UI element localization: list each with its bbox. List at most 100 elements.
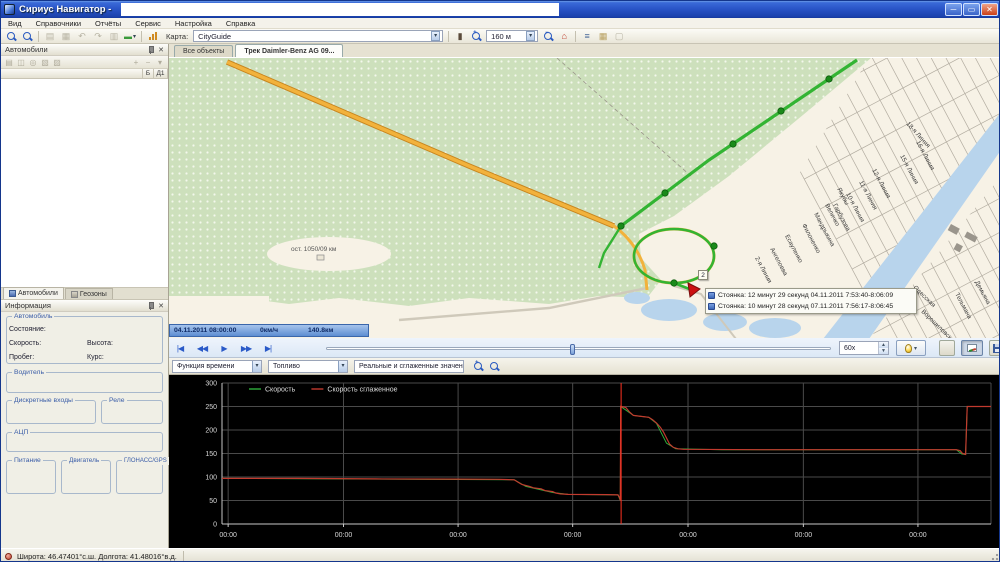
scale-select[interactable]: 160 м ▾ <box>486 30 538 42</box>
chart-glyph-icon <box>967 344 977 352</box>
discrete-inputs-group: Дискретные входы <box>6 400 96 424</box>
speed-label: Скорость: <box>9 340 41 347</box>
svg-text:150: 150 <box>205 451 217 458</box>
zoom-window-icon[interactable] <box>4 30 18 43</box>
coordinates-text: Широта: 46.47401°с.ш. Долгота: 41.48016°… <box>17 552 177 561</box>
sensor-select[interactable]: Топливо ▾ <box>268 360 348 373</box>
edit-icon[interactable]: ▤ <box>43 30 57 43</box>
tab-vehicles[interactable]: Автомобили <box>3 287 64 299</box>
tab-all-objects[interactable]: Все объекты <box>174 45 233 57</box>
function-select[interactable]: Функция времени ▾ <box>172 360 262 373</box>
skip-start-button[interactable]: |◀ <box>171 341 189 355</box>
chart-zoom-out-icon[interactable] <box>487 360 501 373</box>
menu-service[interactable]: Сервис <box>128 18 168 29</box>
zoom-in-icon[interactable]: + <box>469 30 483 43</box>
legend-icon[interactable]: ≡ <box>580 30 594 43</box>
map-view[interactable]: ост. 1050/09 км 18-я Линия16-я Линия15-я… <box>169 58 1000 338</box>
columns-dropdown[interactable]: ▾ <box>154 58 166 67</box>
window-title: Сириус Навигатор - <box>19 4 111 15</box>
svg-text:00:00: 00:00 <box>335 532 353 539</box>
menu-help[interactable]: Справка <box>219 18 262 29</box>
chart-zoom-in-icon[interactable]: + <box>471 360 485 373</box>
map-select[interactable]: CityGuide ▾ <box>193 30 443 42</box>
svg-text:250: 250 <box>205 404 217 411</box>
pin-icon[interactable] <box>147 302 154 310</box>
tab-geozones[interactable]: Геозоны <box>65 288 113 299</box>
stops-tooltip: Стоянка: 12 минут 29 секунд 04.11.2011 7… <box>705 288 917 314</box>
resize-grip[interactable] <box>989 551 999 561</box>
highlight-button[interactable]: ▾ <box>896 340 926 356</box>
svg-text:00:00: 00:00 <box>909 532 927 539</box>
height-label: Высота: <box>87 340 113 347</box>
app-window: Сириус Навигатор - ─ ▭ ✕ Вид Справочники… <box>0 0 1000 562</box>
mode-select[interactable]: Реальные и сглаженные значен ▾ <box>354 360 464 373</box>
skip-end-button[interactable]: ▶| <box>259 341 277 355</box>
chart-icon[interactable] <box>146 30 160 43</box>
blank-icon[interactable]: ▢ <box>612 30 626 43</box>
tooltip-row: Стоянка: 10 минут 28 секунд 07.11.2011 7… <box>708 301 914 312</box>
pin-icon[interactable] <box>147 46 154 54</box>
playback-datetime: 04.11.2011 08:00:00 <box>170 327 256 334</box>
state-label: Состояние: <box>9 326 46 333</box>
stop-count-badge[interactable]: 2 <box>698 270 708 280</box>
speed-chart[interactable]: 05010015020025030000:0000:0000:0000:0000… <box>169 375 1000 548</box>
rewind-button[interactable]: ◀◀ <box>193 341 211 355</box>
globe-icon[interactable]: ◎ <box>27 58 39 67</box>
home-icon[interactable]: ⌂ <box>557 30 571 43</box>
vehicle-name-column[interactable] <box>1 69 143 78</box>
menu-settings[interactable]: Настройка <box>168 18 219 29</box>
info-panel-title: Информация <box>5 301 51 310</box>
maximize-button[interactable]: ▭ <box>963 3 980 16</box>
timeline-slider[interactable] <box>326 347 831 350</box>
add-vehicle-button[interactable]: + <box>130 58 142 67</box>
search-icon[interactable] <box>20 30 34 43</box>
menu-reports[interactable]: Отчёты <box>88 18 128 29</box>
filter-icon[interactable]: ▥ <box>107 30 121 43</box>
geozones-tab-icon <box>71 291 78 298</box>
close-button[interactable]: ✕ <box>981 3 998 16</box>
table-icon[interactable]: ▦ <box>59 30 73 43</box>
fast-forward-button[interactable]: ▶▶ <box>237 341 255 355</box>
status-bar: Широта: 46.47401°с.ш. Долгота: 41.48016°… <box>1 548 1000 562</box>
undo-icon[interactable]: ↶ <box>75 30 89 43</box>
column-d1[interactable]: Д1 <box>154 69 168 78</box>
edit-list-icon[interactable]: ▧ <box>39 58 51 67</box>
play-button[interactable]: ▶ <box>215 341 233 355</box>
mileage-label: Пробег: <box>9 354 34 361</box>
save-button[interactable] <box>989 340 1000 356</box>
chart-toggle-button[interactable] <box>961 340 983 356</box>
pond <box>641 299 697 321</box>
spin-down-icon[interactable]: ▼ <box>879 348 888 354</box>
menu-view[interactable]: Вид <box>1 18 29 29</box>
vehicle-icon[interactable]: ▬▾ <box>123 30 137 43</box>
tab-track[interactable]: Трек Daimler-Benz AG 09... <box>235 44 343 57</box>
svg-text:Скорость сглаженное: Скорость сглаженное <box>327 387 397 394</box>
layout-icon[interactable]: ◫ <box>15 58 27 67</box>
report-icon[interactable]: ▦ <box>596 30 610 43</box>
vehicles-list[interactable] <box>1 79 168 288</box>
extra-button[interactable] <box>939 340 955 356</box>
redo-icon[interactable]: ↷ <box>91 30 105 43</box>
close-panel-icon[interactable]: ✕ <box>158 302 164 310</box>
menu-directories[interactable]: Справочники <box>29 18 88 29</box>
pond <box>624 292 650 304</box>
column-b[interactable]: Б <box>143 69 154 78</box>
minimize-button[interactable]: ─ <box>945 3 962 16</box>
print-icon[interactable]: ▤ <box>3 58 15 67</box>
pole-icon[interactable]: ▮ <box>453 30 467 43</box>
close-panel-icon[interactable]: ✕ <box>158 46 164 54</box>
menu-bar: Вид Справочники Отчёты Сервис Настройка … <box>1 18 1000 29</box>
title-redacted-area <box>121 3 559 16</box>
playback-distance: 140.8км <box>304 327 337 334</box>
speed-spinner[interactable]: 60x ▲▼ <box>839 341 889 355</box>
svg-text:300: 300 <box>205 381 217 388</box>
left-panel: Автомобили ✕ ▤ ◫ ◎ ▧ ▨ + − ▾ Б Д1 Автомо… <box>1 44 169 548</box>
left-bottom-tabs: Автомобили Геозоны <box>1 288 168 300</box>
info-panel-header: Информация ✕ <box>1 300 168 312</box>
remove-vehicle-button[interactable]: − <box>142 58 154 67</box>
timeline-slider-handle[interactable] <box>570 344 575 355</box>
info-panel-body: Автомобиль Состояние: Скорость: Высота: … <box>1 312 168 548</box>
zoom-out-icon[interactable]: − <box>541 30 555 43</box>
view-icon[interactable]: ▨ <box>51 58 63 67</box>
app-icon <box>4 4 15 15</box>
